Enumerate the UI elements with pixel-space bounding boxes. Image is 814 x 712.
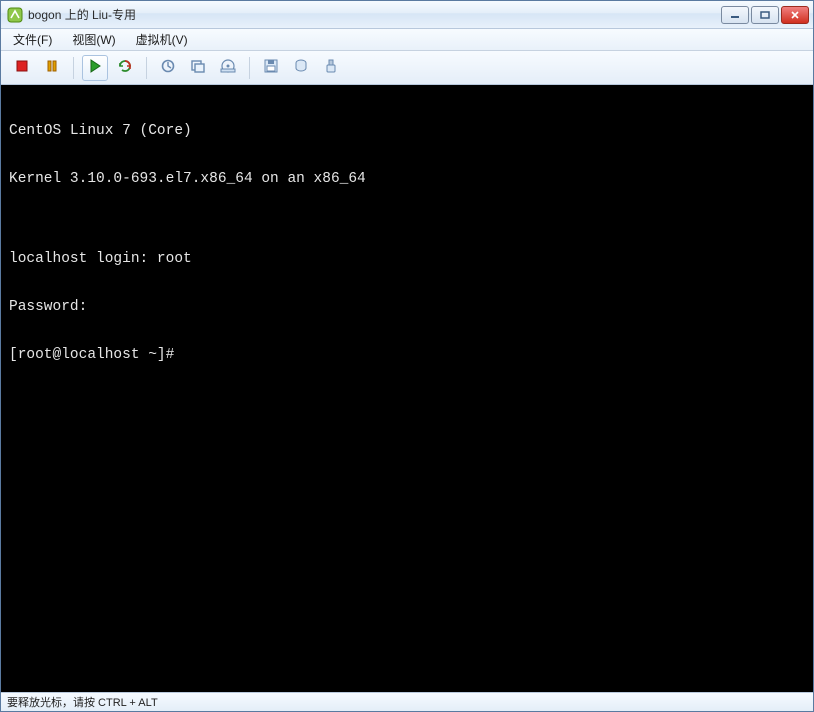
toolbar-separator: [146, 57, 147, 79]
snapshot-manager-icon: [190, 58, 206, 77]
play-icon: [87, 58, 103, 77]
floppy-icon: [263, 58, 279, 77]
usb-button[interactable]: [318, 55, 344, 81]
usb-icon: [323, 58, 339, 77]
network-icon: [293, 58, 309, 77]
console-line: Password:: [9, 299, 805, 315]
floppy-button[interactable]: [258, 55, 284, 81]
statusbar-text: 要释放光标，请按 CTRL + ALT: [7, 694, 158, 710]
cdrom-icon: [220, 58, 236, 77]
play-button[interactable]: [82, 55, 108, 81]
maximize-button[interactable]: [751, 6, 779, 24]
toolbar: [1, 51, 813, 85]
console-area[interactable]: CentOS Linux 7 (Core) Kernel 3.10.0-693.…: [1, 85, 813, 692]
menu-file[interactable]: 文件(F): [9, 29, 56, 50]
cdrom-button[interactable]: [215, 55, 241, 81]
menubar: 文件(F) 视图(W) 虚拟机(V): [1, 29, 813, 51]
toolbar-separator: [73, 57, 74, 79]
stop-icon: [14, 58, 30, 77]
network-button[interactable]: [288, 55, 314, 81]
statusbar: 要释放光标，请按 CTRL + ALT: [1, 692, 813, 711]
pause-icon: [44, 58, 60, 77]
menu-view[interactable]: 视图(W): [68, 29, 119, 50]
console-line: localhost login: root: [9, 251, 805, 267]
console-line: [root@localhost ~]#: [9, 347, 805, 363]
refresh-button[interactable]: [112, 55, 138, 81]
menu-vm[interactable]: 虚拟机(V): [132, 29, 192, 50]
stop-button[interactable]: [9, 55, 35, 81]
window-title: bogon 上的 Liu-专用: [28, 6, 721, 23]
snapshot-button[interactable]: [155, 55, 181, 81]
snapshot-manager-button[interactable]: [185, 55, 211, 81]
app-icon: [7, 7, 23, 23]
snapshot-icon: [160, 58, 176, 77]
refresh-icon: [117, 58, 133, 77]
toolbar-separator: [249, 57, 250, 79]
console-line: CentOS Linux 7 (Core): [9, 123, 805, 139]
window-controls: [721, 6, 809, 24]
close-button[interactable]: [781, 6, 809, 24]
pause-button[interactable]: [39, 55, 65, 81]
console-line: Kernel 3.10.0-693.el7.x86_64 on an x86_6…: [9, 171, 805, 187]
minimize-button[interactable]: [721, 6, 749, 24]
titlebar: bogon 上的 Liu-专用: [1, 1, 813, 29]
